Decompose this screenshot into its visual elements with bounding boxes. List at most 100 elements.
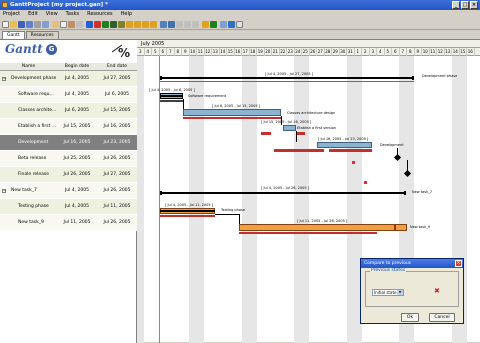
main-area: Gantt G % Name Begin date End date − Deve… [0, 39, 480, 343]
dialog-title: Compare to previous [364, 261, 412, 266]
column-end-date[interactable]: End date [97, 63, 137, 71]
table-row[interactable]: Beta release Jul 25, 2005 Jul 26, 2005 [0, 151, 137, 167]
table-row[interactable]: Finale release Jul 26, 2005 Jul 27, 2005 [0, 167, 137, 183]
redo-icon[interactable] [210, 21, 217, 28]
dependency-arrow [407, 160, 408, 171]
zoom-in-icon[interactable] [176, 21, 183, 28]
weekend-band [242, 56, 257, 343]
tab-gantt[interactable]: Gantt [2, 31, 25, 39]
grid-icon[interactable] [168, 21, 175, 28]
table-row[interactable]: − New task_7 Jul 4, 2005 Jul 26, 2005 [0, 183, 137, 199]
task-bar-new-task-9[interactable] [239, 224, 395, 231]
day-label: 1 [355, 48, 362, 56]
table-row[interactable]: Development Jul 16, 2005 Jul 23, 2005 [0, 135, 137, 151]
task-end-date: Jul 26, 2005 [103, 188, 131, 193]
save-icon[interactable] [18, 21, 25, 28]
delete-task-icon[interactable] [94, 21, 101, 28]
task-begin-date: Jul 4, 2005 [64, 204, 90, 209]
table-row[interactable]: Etablish a first ... Jul 15, 2005 Jul 16, … [0, 119, 137, 135]
menu-tasks[interactable]: Tasks [66, 10, 79, 19]
collapse-toggle-icon[interactable]: − [2, 189, 6, 193]
close-button[interactable]: × [470, 1, 478, 9]
table-header: Name Begin date End date [0, 63, 137, 71]
tab-resources[interactable]: Resources [25, 31, 59, 39]
undo-icon[interactable] [202, 21, 209, 28]
copy-icon[interactable] [60, 21, 67, 28]
minimize-button[interactable]: _ [452, 1, 460, 9]
ok-button[interactable]: Ok [401, 313, 419, 322]
day-header: 3 4 5 6 7 8 9 10 11 12 13 14 15 16 17 18 19 20 21 22 23 24 25 2… [137, 48, 480, 56]
cut-icon[interactable] [52, 21, 59, 28]
task-name: Beta release [18, 156, 47, 161]
day-label: 14 [452, 48, 460, 56]
menu-view[interactable]: View [46, 10, 58, 19]
day-label: 29 [332, 48, 340, 56]
collapse-toggle-icon[interactable]: − [2, 77, 6, 81]
indent-icon[interactable] [86, 21, 93, 28]
column-begin-date[interactable]: Begin date [57, 63, 97, 71]
table-row[interactable]: Software requ... Jul 4, 2005 Jul 6, 2005 [0, 87, 137, 103]
delete-icon[interactable] [76, 21, 83, 28]
settings-icon[interactable] [228, 21, 235, 28]
day-label: 9 [182, 48, 190, 56]
unlink-icon[interactable] [110, 21, 117, 28]
paste-icon[interactable] [68, 21, 75, 28]
menu-project[interactable]: Project [3, 10, 20, 19]
zoom-out-icon[interactable] [184, 21, 191, 28]
arrow-right-icon[interactable] [134, 21, 141, 28]
table-row[interactable]: − Development phase Jul 4, 2005 Jul 27, 200… [0, 71, 137, 87]
previous-states-group: Previous states Initial state ▼ ✖ [365, 268, 459, 307]
day-label: 10 [422, 48, 430, 56]
day-label: 6 [160, 48, 167, 56]
open-folder-icon[interactable] [10, 21, 17, 28]
task-end-date: Jul 26, 2005 [103, 156, 131, 161]
cancel-button[interactable]: Cancel [429, 313, 455, 322]
toolbar [0, 19, 480, 30]
task-bar-development[interactable] [317, 142, 372, 148]
task-name: Finale release [18, 172, 49, 177]
task-name: Software requ... [18, 92, 54, 97]
maximize-button[interactable]: □ [461, 1, 469, 9]
arrow-left-icon[interactable] [126, 21, 133, 28]
ganttproject-logo: Gantt G % [0, 40, 137, 63]
print-icon[interactable] [34, 21, 41, 28]
menu-resources[interactable]: Resources [87, 10, 113, 19]
task-bar-classes-architecture[interactable] [183, 109, 281, 116]
save-as-icon[interactable] [26, 21, 33, 28]
day-label: 18 [250, 48, 257, 56]
help-icon[interactable] [236, 21, 243, 28]
table-row[interactable]: New task_9 Jul 11, 2005 Jul 26, 2005 [0, 215, 137, 231]
day-label: 11 [197, 48, 205, 56]
arrow-up-icon[interactable] [142, 21, 149, 28]
dialog-close-icon[interactable]: × [455, 260, 462, 267]
day-label: 15 [227, 48, 235, 56]
remove-state-icon[interactable]: ✖ [434, 287, 440, 295]
previous-state-select[interactable]: Initial state ▼ [372, 289, 404, 296]
new-file-icon[interactable] [2, 21, 9, 28]
task-name: New task_7 [11, 188, 37, 193]
day-label: 31 [347, 48, 355, 56]
table-row[interactable]: Classes archite... Jul 6, 2005 Jul 15, 200… [0, 103, 137, 119]
chart-icon[interactable] [160, 21, 167, 28]
weekend-band [189, 56, 204, 343]
bar-name-development-phase: Development phase [422, 74, 458, 78]
summary-bar-new-task-7[interactable] [160, 192, 406, 194]
resource-icon[interactable] [220, 21, 227, 28]
properties-icon[interactable] [118, 21, 125, 28]
task-end-date: Jul 27, 2005 [103, 172, 131, 177]
task-name: Development phase [11, 76, 57, 81]
summary-bar-development-phase[interactable] [160, 77, 414, 79]
day-label: 19 [257, 48, 265, 56]
month-header: July 2005 [137, 40, 480, 48]
link-icon[interactable] [102, 21, 109, 28]
column-name[interactable]: Name [0, 63, 57, 71]
preview-icon[interactable] [42, 21, 49, 28]
menu-edit[interactable]: Edit [28, 10, 38, 19]
search-icon[interactable] [192, 21, 199, 28]
arrow-down-icon[interactable] [150, 21, 157, 28]
table-row[interactable]: Testing phase Jul 4, 2005 Jul 11, 2005 [0, 199, 137, 215]
day-label: 23 [287, 48, 295, 56]
menu-help[interactable]: Help [121, 10, 132, 19]
task-table: Gantt G % Name Begin date End date − Deve… [0, 40, 137, 343]
task-bar-first-version[interactable] [283, 125, 296, 131]
